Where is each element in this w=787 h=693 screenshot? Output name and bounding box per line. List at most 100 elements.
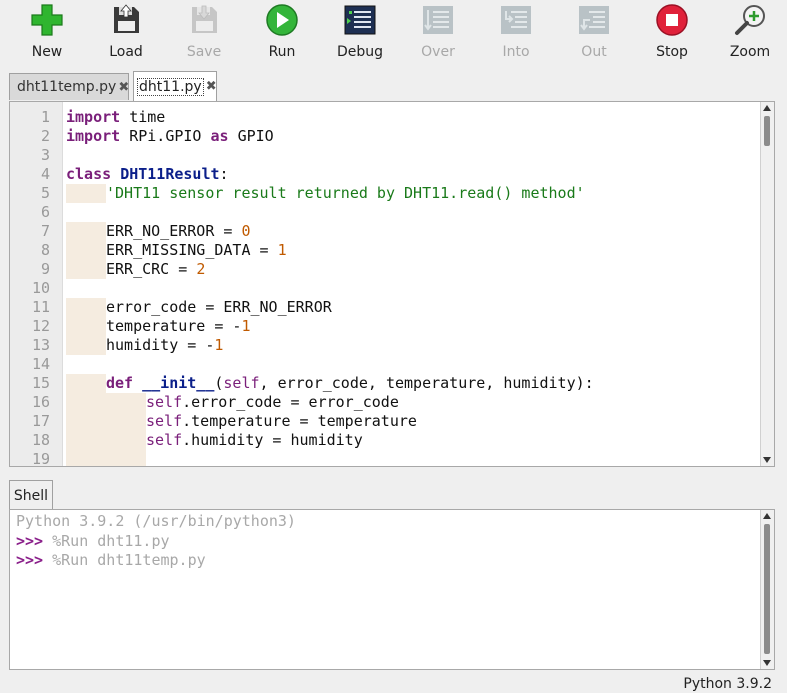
step-into-label: Into (502, 44, 530, 60)
line-number: 8 (40, 241, 50, 259)
new-button[interactable]: New (8, 0, 86, 62)
zoom-button[interactable]: Zoom (711, 0, 787, 62)
code-line: 7 ERR_NO_ERROR = 0 (41, 222, 760, 241)
close-icon[interactable]: ✖ (206, 79, 217, 94)
number-literal: 1 (241, 317, 251, 335)
zoom-label: Zoom (729, 44, 771, 60)
code-line: 17 self.temperature = temperature (32, 412, 760, 431)
tab-dht11temp[interactable]: dht11temp.py ✖ (9, 73, 129, 100)
tab-label: dht11temp.py (17, 79, 117, 95)
stop-button[interactable]: Stop (633, 0, 711, 62)
line-number: 7 (40, 222, 50, 240)
shell-prompt: >>> (16, 531, 44, 550)
debug-button[interactable]: Debug (321, 0, 399, 62)
scroll-down-arrow-icon[interactable] (763, 457, 771, 463)
line-number: 6 (40, 203, 50, 221)
keyword: def (106, 374, 134, 392)
indent-guide (66, 260, 106, 279)
step-out-button[interactable]: Out (555, 0, 633, 62)
keyword: class (66, 165, 112, 183)
indent-guide (66, 184, 106, 203)
scroll-thumb[interactable] (764, 116, 770, 146)
shell-panel[interactable]: Python 3.9.2 (/usr/bin/python3) >>> %Run… (9, 509, 775, 670)
line-number: 12 (31, 317, 50, 335)
step-out-label: Out (581, 44, 607, 60)
save-button[interactable]: Save (165, 0, 243, 62)
code-text: : (219, 165, 229, 183)
run-label: Run (268, 44, 296, 60)
code-text: GPIO (228, 127, 274, 145)
indent-guide (66, 412, 146, 431)
new-file-plus-icon (31, 4, 63, 36)
indent-guide (66, 450, 146, 466)
number-literal: 1 (214, 336, 224, 354)
line-number: 18 (31, 431, 50, 449)
indent-guide (66, 393, 146, 412)
step-over-icon (423, 6, 453, 34)
code-line: 14 (32, 355, 760, 374)
line-number: 11 (31, 298, 50, 316)
self-keyword: self (146, 431, 183, 449)
indent-guide (66, 241, 106, 260)
code-text: temperature = - (106, 317, 242, 335)
step-into-button[interactable]: Into (477, 0, 555, 62)
code-line: 12 temperature = -1 (32, 317, 760, 336)
shell-version-line: Python 3.9.2 (/usr/bin/python3) (16, 512, 296, 530)
tab-dht11[interactable]: dht11.py ✖ (133, 71, 217, 101)
class-name: DHT11Result (120, 165, 220, 183)
indent-guide (66, 431, 146, 450)
code-line: 15 def __init__(self, error_code, tempera… (32, 374, 760, 393)
self-keyword: self (146, 412, 183, 430)
code-text: error_code = ERR_NO_ERROR (106, 298, 332, 316)
line-number: 1 (40, 108, 50, 126)
zoom-icon (735, 5, 765, 35)
shell-scrollbar[interactable] (760, 510, 774, 669)
keyword: import (66, 108, 121, 126)
code-text-area[interactable]: 1 import time 2 import RPi.GPIO as GPIO 3 … (32, 108, 760, 466)
line-number: 5 (40, 184, 50, 202)
code-line: 5 'DHT11 sensor result returned by DHT11.… (41, 184, 760, 203)
load-button[interactable]: Load (87, 0, 165, 62)
code-text: .temperature = temperature (182, 412, 417, 430)
scroll-up-arrow-icon[interactable] (763, 513, 771, 519)
line-number: 2 (40, 127, 50, 145)
line-number: 15 (31, 374, 50, 392)
keyword: as (210, 127, 229, 145)
self-keyword: self (223, 374, 260, 392)
shell-command: %Run dht11.py (43, 531, 170, 550)
line-number: 14 (31, 355, 50, 373)
shell-command: %Run dht11temp.py (43, 551, 206, 569)
code-text: .error_code = error_code (182, 393, 399, 411)
new-label: New (31, 44, 63, 60)
scroll-up-arrow-icon[interactable] (763, 105, 771, 111)
save-icon (192, 5, 217, 33)
docstring: 'DHT11 sensor result returned by DHT11.r… (106, 184, 585, 202)
load-icon (114, 4, 139, 33)
scroll-thumb[interactable] (764, 524, 770, 654)
code-line: 19 (32, 450, 760, 466)
code-text: .humidity = humidity (182, 431, 363, 449)
scroll-down-arrow-icon[interactable] (763, 660, 771, 666)
run-button[interactable]: Run (243, 0, 321, 62)
code-line: 3 (41, 146, 760, 165)
number-literal: 0 (241, 222, 251, 240)
close-icon[interactable]: ✖ (118, 80, 129, 95)
line-number: 3 (40, 146, 50, 164)
step-over-button[interactable]: Over (399, 0, 477, 62)
indent-guide (66, 222, 106, 241)
line-number: 13 (31, 336, 50, 354)
stop-label: Stop (656, 44, 688, 60)
number-literal: 1 (277, 241, 287, 259)
code-line: 4 class DHT11Result: (41, 165, 760, 184)
interpreter-status[interactable]: Python 3.9.2 (683, 676, 772, 692)
line-number: 10 (31, 279, 50, 297)
load-label: Load (109, 44, 143, 60)
line-number: 19 (31, 450, 50, 467)
tab-shell[interactable]: Shell (9, 480, 53, 510)
shell-command-line: >>> %Run dht11.py (16, 532, 296, 552)
editor-scrollbar[interactable] (760, 102, 774, 466)
code-editor[interactable]: 1 import time 2 import RPi.GPIO as GPIO 3 … (9, 101, 775, 467)
shell-tab-label: Shell (13, 487, 49, 504)
step-into-icon (501, 6, 531, 34)
step-out-icon (579, 6, 609, 34)
